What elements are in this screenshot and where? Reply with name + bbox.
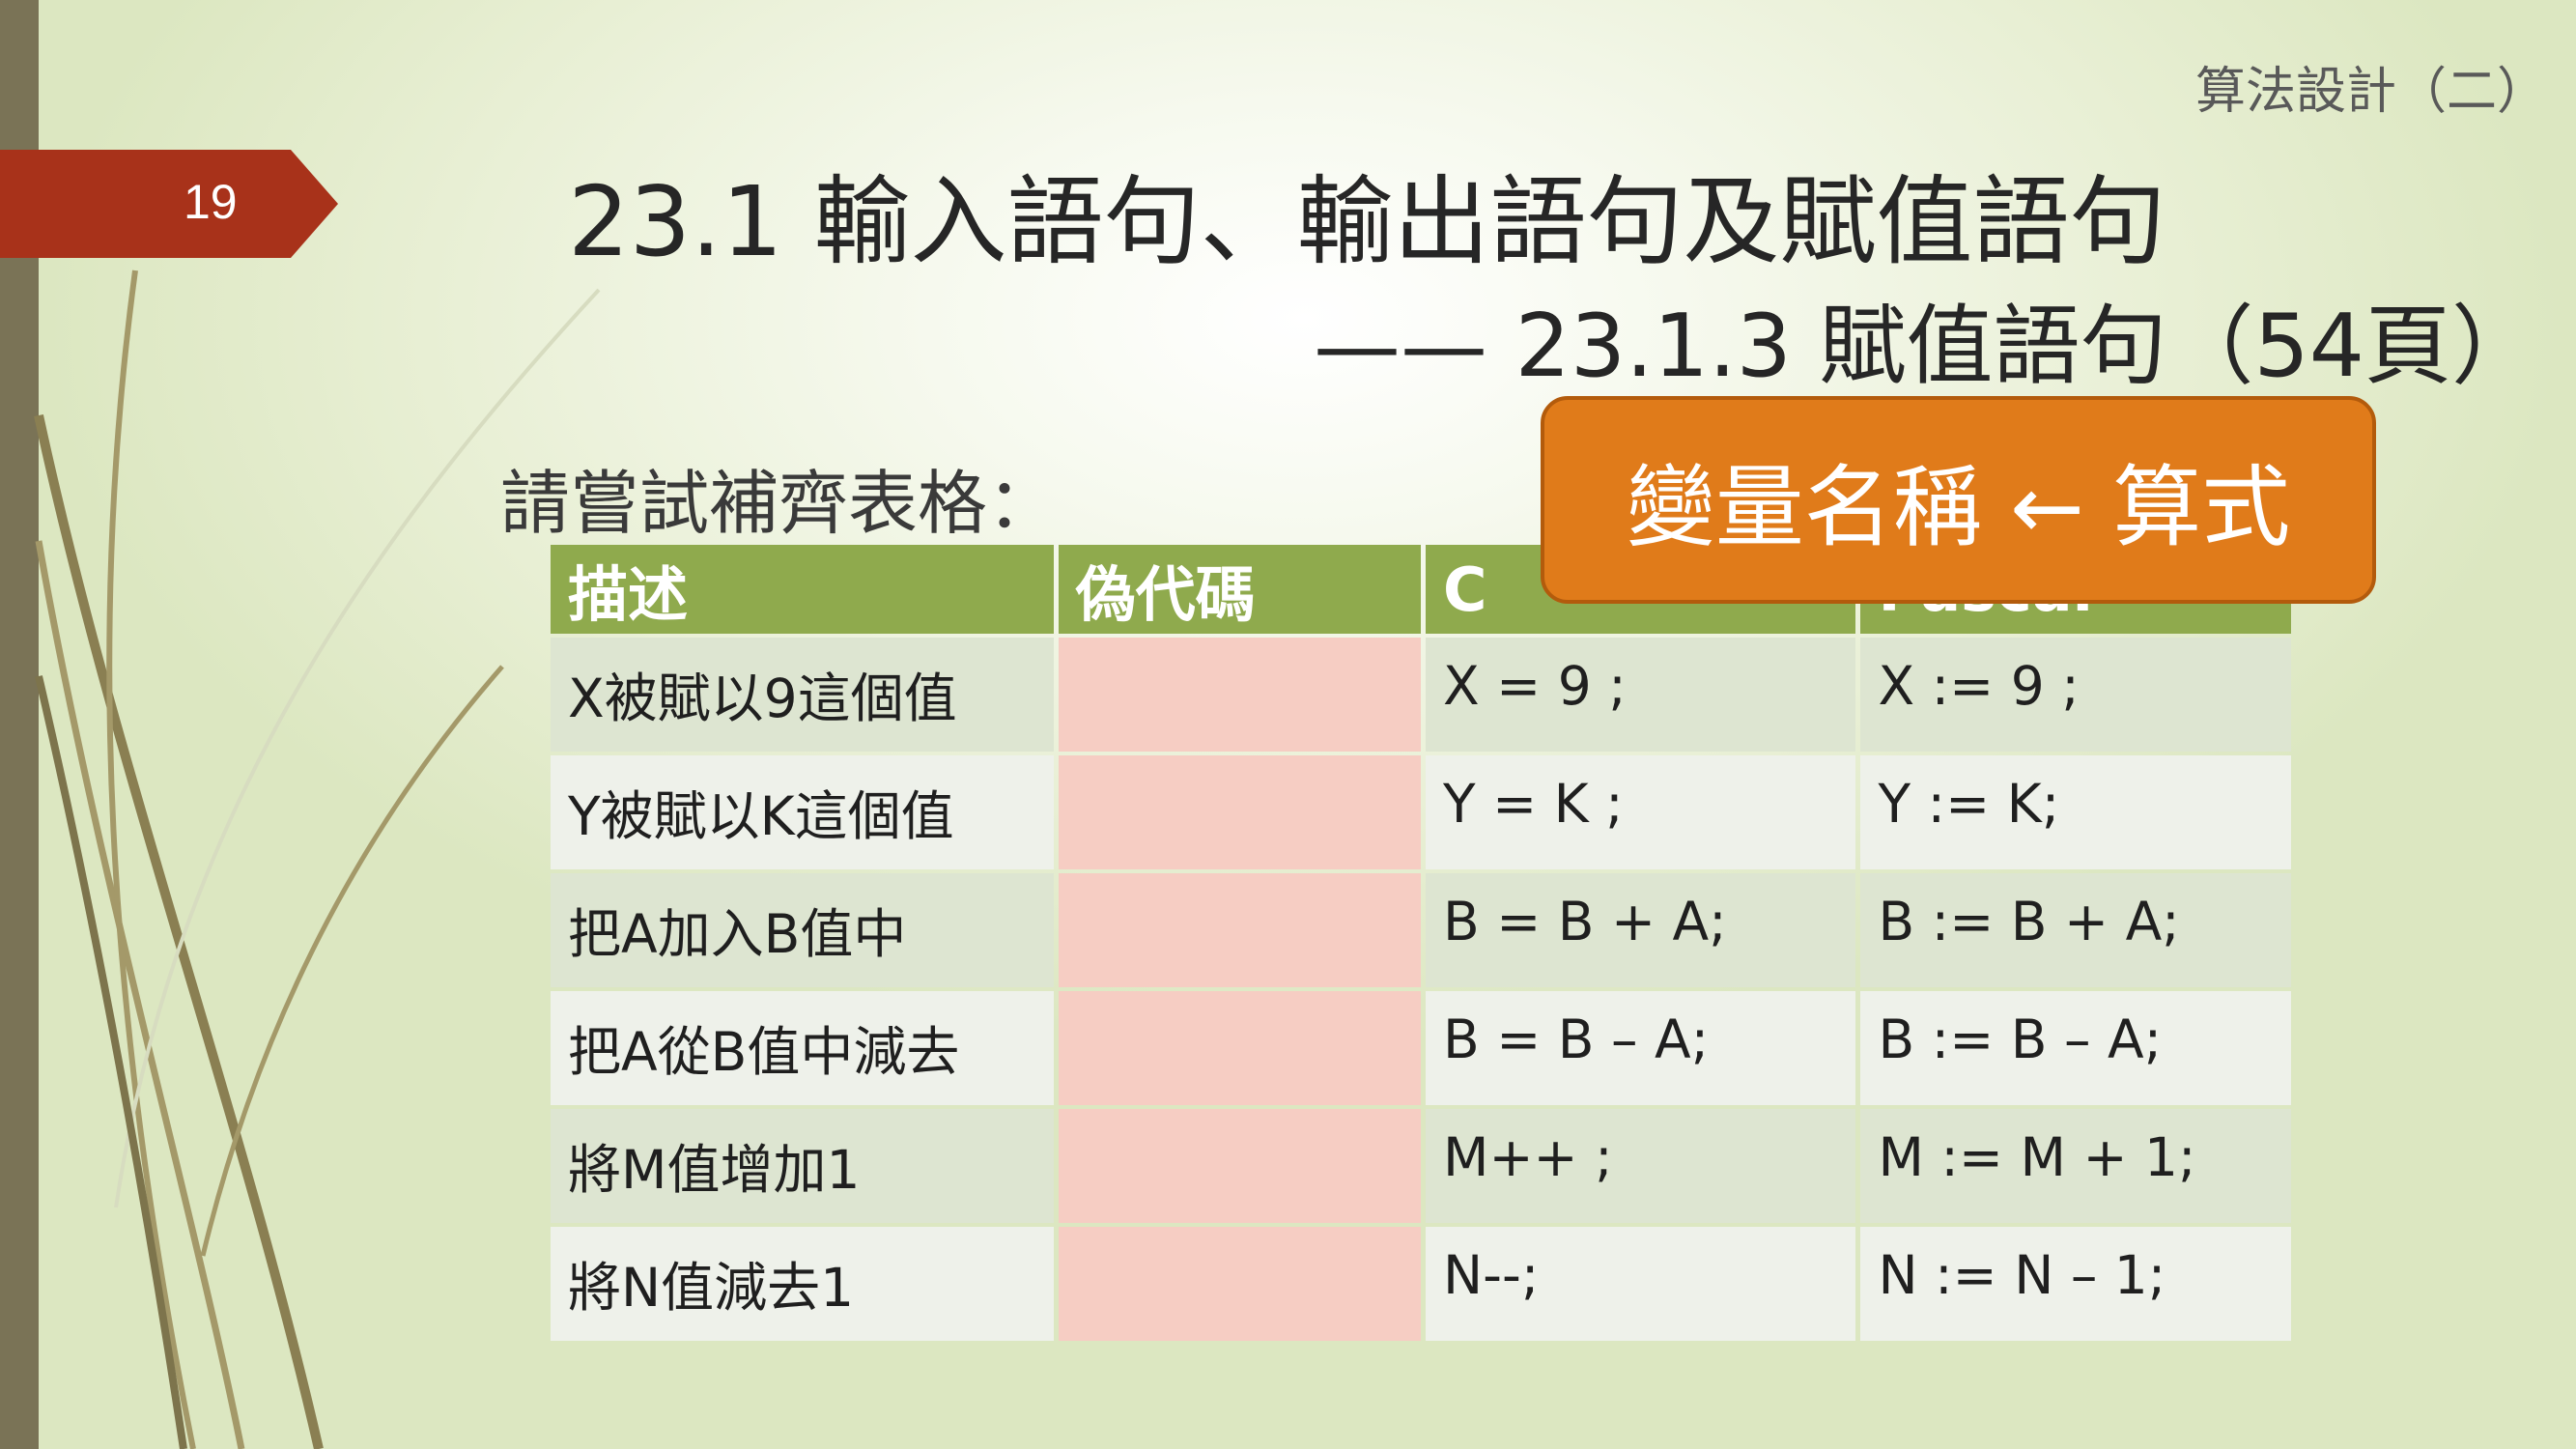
assignment-syntax-callout: 變量名稱 ← 算式 xyxy=(1541,396,2376,604)
assignment-table: 描述 偽代碼 C Pascal X被賦以9這個值 X = 9 ; X := 9 … xyxy=(546,541,2296,1345)
description-cell: 把A加入B值中 xyxy=(551,873,1054,987)
pseudocode-cell xyxy=(1058,755,1421,869)
table-row: 將N值減去1 N--; N := N – 1; xyxy=(551,1227,2291,1341)
callout-text: 變量名稱 ← 算式 xyxy=(1626,456,2291,559)
table-row: X被賦以9這個值 X = 9 ; X := 9 ; xyxy=(551,638,2291,752)
description-cell: Y被賦以K這個值 xyxy=(551,755,1054,869)
slide-number: 19 xyxy=(184,175,238,229)
pseudocode-cell xyxy=(1058,638,1421,752)
column-header-description: 描述 xyxy=(551,545,1054,634)
slide-number-tab xyxy=(0,150,338,258)
pascal-code-cell: B := B – A; xyxy=(1860,991,2291,1105)
pseudocode-cell xyxy=(1058,1109,1421,1223)
pascal-code-cell: N := N – 1; xyxy=(1860,1227,2291,1341)
column-header-pseudocode: 偽代碼 xyxy=(1058,545,1421,634)
c-code-cell: M++ ; xyxy=(1425,1109,1856,1223)
pseudocode-cell xyxy=(1058,1227,1421,1341)
table-row: Y被賦以K這個值 Y = K ; Y := K; xyxy=(551,755,2291,869)
pseudocode-cell xyxy=(1058,873,1421,987)
pascal-code-cell: B := B + A; xyxy=(1860,873,2291,987)
description-cell: X被賦以9這個值 xyxy=(551,638,1054,752)
c-code-cell: Y = K ; xyxy=(1425,755,1856,869)
table-row: 將M值增加1 M++ ; M := M + 1; xyxy=(551,1109,2291,1223)
pseudocode-cell xyxy=(1058,991,1421,1105)
table-row: 把A加入B值中 B = B + A; B := B + A; xyxy=(551,873,2291,987)
slide-subtitle: —— 23.1.3 賦值語句（54頁） xyxy=(1314,296,2538,397)
c-code-cell: B = B – A; xyxy=(1425,991,1856,1105)
c-code-cell: B = B + A; xyxy=(1425,873,1856,987)
instruction-text: 請嘗試補齊表格： xyxy=(500,463,1058,544)
pascal-code-cell: Y := K; xyxy=(1860,755,2291,869)
description-cell: 把A從B值中減去 xyxy=(551,991,1054,1105)
description-cell: 將N值減去1 xyxy=(551,1227,1054,1341)
pascal-code-cell: M := M + 1; xyxy=(1860,1109,2291,1223)
table-row: 把A從B值中減去 B = B – A; B := B – A; xyxy=(551,991,2291,1105)
c-code-cell: N--; xyxy=(1425,1227,1856,1341)
pascal-code-cell: X := 9 ; xyxy=(1860,638,2291,752)
slide-title: 23.1 輸入語句、輸出語句及賦值語句 xyxy=(568,165,2166,278)
section-header: 算法設計（二） xyxy=(2194,63,2547,121)
c-code-cell: X = 9 ; xyxy=(1425,638,1856,752)
description-cell: 將M值增加1 xyxy=(551,1109,1054,1223)
